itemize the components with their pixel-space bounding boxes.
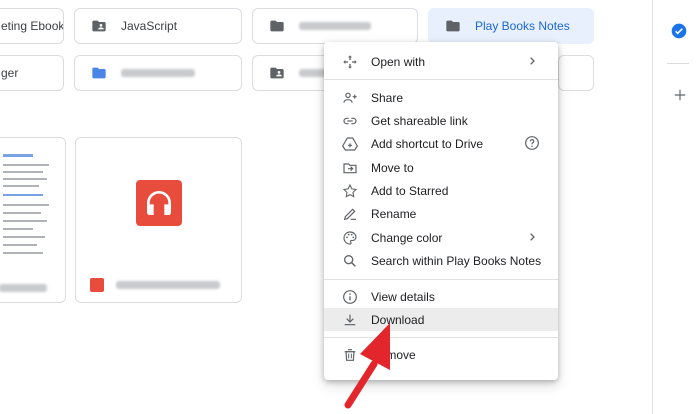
- link-icon: [343, 117, 357, 125]
- folder-name-blurred: [299, 22, 371, 30]
- folder-card-manager[interactable]: ger: [0, 55, 64, 91]
- trash-icon: [344, 349, 356, 361]
- move-to-icon: [343, 163, 357, 174]
- folder-card-blurred-1[interactable]: [252, 8, 418, 44]
- side-panel-divider: [667, 63, 689, 64]
- shared-folder-icon: [270, 67, 284, 79]
- context-menu: Open with Share Get shareable link Add s…: [324, 42, 558, 380]
- folder-name: ger: [1, 66, 19, 80]
- menu-item-search-within[interactable]: Search within Play Books Notes: [324, 249, 558, 272]
- palette-icon: [343, 231, 357, 245]
- search-icon: [344, 255, 356, 267]
- help-icon[interactable]: [524, 135, 540, 151]
- menu-separator: [324, 79, 558, 80]
- file-card-document[interactable]: [0, 137, 66, 303]
- menu-item-move-to[interactable]: Move to: [324, 156, 558, 179]
- rename-icon: [343, 208, 356, 221]
- side-panel: [652, 0, 700, 414]
- menu-item-add-shortcut[interactable]: Add shortcut to Drive: [324, 132, 558, 155]
- menu-item-remove[interactable]: Remove: [324, 343, 558, 366]
- menu-item-rename[interactable]: Rename: [324, 202, 558, 225]
- folder-card-marketing-ebooks[interactable]: eting Ebooks: [0, 8, 64, 44]
- menu-separator: [324, 279, 558, 280]
- folder-card-javascript[interactable]: JavaScript: [74, 8, 242, 44]
- plus-icon[interactable]: [673, 88, 687, 102]
- headphones-icon: [147, 191, 171, 215]
- folder-name: eting Ebooks: [1, 19, 64, 33]
- download-icon: [344, 314, 356, 326]
- folder-icon: [270, 20, 284, 32]
- audio-file-type-icon: [90, 278, 104, 292]
- document-thumbnail: [0, 138, 65, 266]
- folder-icon: [92, 67, 106, 79]
- info-icon: [343, 290, 357, 304]
- folder-icon: [446, 20, 460, 32]
- menu-item-view-details[interactable]: View details: [324, 285, 558, 308]
- menu-item-download[interactable]: Download: [324, 308, 558, 331]
- folder-card-blurred-2[interactable]: [74, 55, 242, 91]
- file-name-blurred: [116, 281, 220, 289]
- menu-item-get-link[interactable]: Get shareable link: [324, 109, 558, 132]
- star-icon: [342, 183, 358, 198]
- menu-item-add-starred[interactable]: Add to Starred: [324, 179, 558, 202]
- menu-separator: [324, 337, 558, 338]
- menu-item-change-color[interactable]: Change color: [324, 226, 558, 249]
- folder-name-blurred: [121, 69, 195, 77]
- folder-name: Play Books Notes: [475, 19, 570, 33]
- folder-card-empty[interactable]: [558, 55, 594, 91]
- folder-card-play-books-notes[interactable]: Play Books Notes: [428, 8, 594, 44]
- tasks-icon[interactable]: [671, 23, 687, 39]
- drive-shortcut-icon: [342, 137, 358, 151]
- share-icon: [343, 92, 357, 103]
- chevron-right-icon: [530, 233, 535, 241]
- open-with-icon: [343, 55, 357, 69]
- file-name-blurred: [0, 284, 47, 292]
- audio-thumbnail: [136, 180, 182, 226]
- folder-name: JavaScript: [121, 19, 178, 33]
- menu-item-share[interactable]: Share: [324, 86, 558, 109]
- shared-folder-icon: [92, 20, 106, 32]
- file-card-audio[interactable]: [75, 137, 242, 303]
- menu-item-open-with[interactable]: Open with: [324, 50, 558, 73]
- chevron-right-icon: [530, 57, 535, 65]
